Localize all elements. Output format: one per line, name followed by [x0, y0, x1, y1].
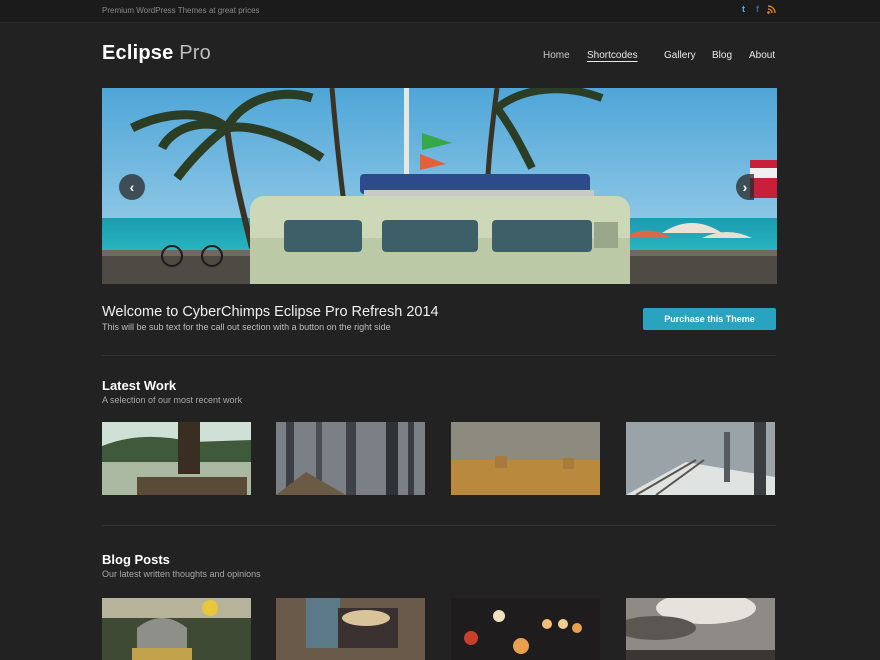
portfolio-item[interactable]	[451, 422, 600, 495]
twitter-icon[interactable]: t	[739, 5, 748, 14]
logo-suffix-text: Pro	[173, 42, 211, 64]
nav-home[interactable]: Home	[543, 50, 570, 61]
slider-prev-button[interactable]: ‹	[119, 174, 145, 200]
logo-main-text: Eclipse	[102, 42, 174, 64]
facebook-icon[interactable]: f	[753, 5, 762, 14]
social-links: t f	[739, 5, 776, 14]
portfolio-image-lake-pier	[102, 422, 251, 495]
top-bar: Premium WordPress Themes at great prices…	[0, 0, 880, 23]
divider	[102, 525, 776, 526]
hero-slider[interactable]: ‹ ›	[102, 88, 777, 284]
nav-about[interactable]: About	[749, 50, 775, 61]
latest-work-subtitle: A selection of our most recent work	[102, 395, 243, 405]
portfolio-item[interactable]	[276, 422, 425, 495]
portfolio-image-misty-forest	[276, 422, 425, 495]
purchase-button[interactable]: Purchase this Theme	[643, 308, 776, 330]
blog-image-cookies-cup	[276, 598, 425, 660]
blog-image-teapot	[102, 598, 251, 660]
nav-shortcodes[interactable]: Shortcodes	[587, 50, 638, 61]
blog-post-item[interactable]	[102, 598, 251, 660]
blog-image-cloudy-sky	[626, 598, 775, 660]
site-logo[interactable]: Eclipse Pro	[102, 42, 211, 65]
portfolio-image-railway-fog	[626, 422, 775, 495]
callout-subtitle: This will be sub text for the call out s…	[102, 322, 391, 332]
blog-post-item[interactable]	[451, 598, 600, 660]
hero-image-beach-van	[102, 88, 777, 284]
latest-work-title: Latest Work	[102, 378, 177, 393]
portfolio-image-hay-bales	[451, 422, 600, 495]
nav-blog[interactable]: Blog	[712, 50, 732, 61]
blog-post-item[interactable]	[276, 598, 425, 660]
nav-gallery[interactable]: Gallery	[664, 50, 696, 61]
callout-title: Welcome to CyberChimps Eclipse Pro Refre…	[102, 304, 439, 320]
blog-post-item[interactable]	[626, 598, 775, 660]
rss-icon[interactable]	[767, 5, 776, 14]
portfolio-item[interactable]	[102, 422, 251, 495]
portfolio-item[interactable]	[626, 422, 775, 495]
blog-image-bokeh-lights	[451, 598, 600, 660]
blog-posts-subtitle: Our latest written thoughts and opinions	[102, 569, 261, 579]
blog-posts-title: Blog Posts	[102, 552, 170, 567]
site-tagline: Premium WordPress Themes at great prices	[102, 6, 260, 15]
divider	[102, 355, 776, 356]
